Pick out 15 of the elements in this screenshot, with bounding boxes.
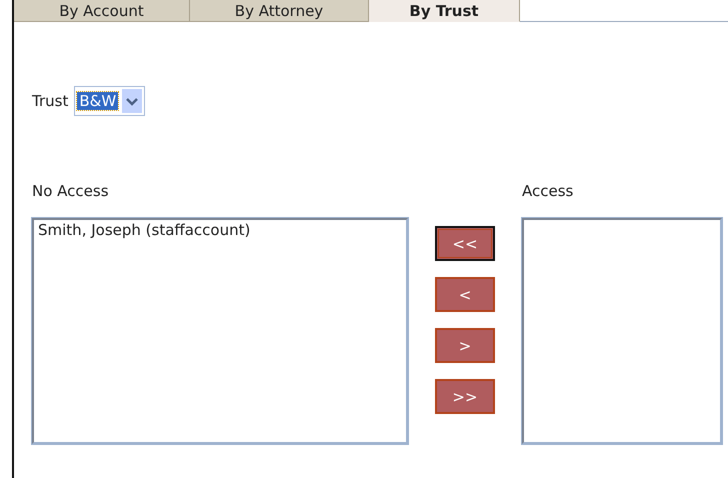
move-button[interactable]: > [435, 328, 495, 363]
tab[interactable]: By Account [14, 0, 190, 22]
list-item[interactable]: Smith, Joseph (staffaccount) [34, 220, 406, 240]
no-access-label: No Access [32, 182, 110, 200]
access-listbox[interactable] [522, 218, 722, 444]
move-button[interactable]: << [435, 226, 495, 261]
no-access-listbox[interactable]: Smith, Joseph (staffaccount) [32, 218, 408, 444]
trust-label: Trust [32, 92, 68, 110]
tab[interactable]: By Trust [369, 0, 520, 22]
move-button[interactable]: < [435, 277, 495, 312]
tab[interactable]: By Attorney [190, 0, 369, 22]
caret-icon [122, 89, 142, 113]
trust-dropdown[interactable]: B&W [74, 86, 146, 116]
move-button[interactable]: >> [435, 379, 495, 414]
access-label: Access [522, 182, 574, 200]
